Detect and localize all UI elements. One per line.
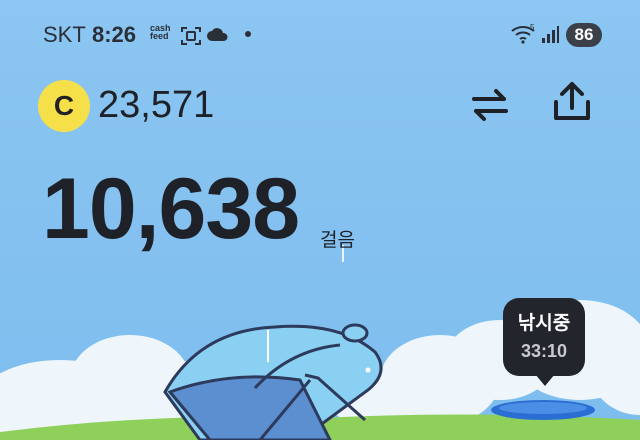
signal-icon [541,24,559,49]
wifi-icon: 5 [511,23,537,50]
cashfeed-notification-icon: cash feed [150,23,171,41]
swap-icon[interactable] [470,87,510,128]
battery-indicator: 86 [566,23,602,47]
cloud-icon [206,26,230,47]
fishing-status-label: 낚시중 [517,313,571,334]
step-count: 10,638 [42,161,300,257]
carrier-name: SKT [43,22,86,47]
svg-text:5: 5 [530,23,535,32]
fishing-status-badge[interactable]: 낚시중 33:10 [503,298,585,376]
scan-icon [180,26,202,51]
fishing-timer: 33:10 [520,341,568,361]
status-bar: SKT 8:26 cash feed 5 86 [0,0,640,70]
notification-dot [245,31,251,37]
share-icon[interactable] [550,80,594,129]
status-time: 8:26 [92,22,137,47]
step-unit-label: 걸음 [320,230,355,251]
badge-pointer [535,374,555,386]
coin-balance[interactable]: 23,571 [98,84,214,127]
coin-icon[interactable]: C [38,80,90,132]
